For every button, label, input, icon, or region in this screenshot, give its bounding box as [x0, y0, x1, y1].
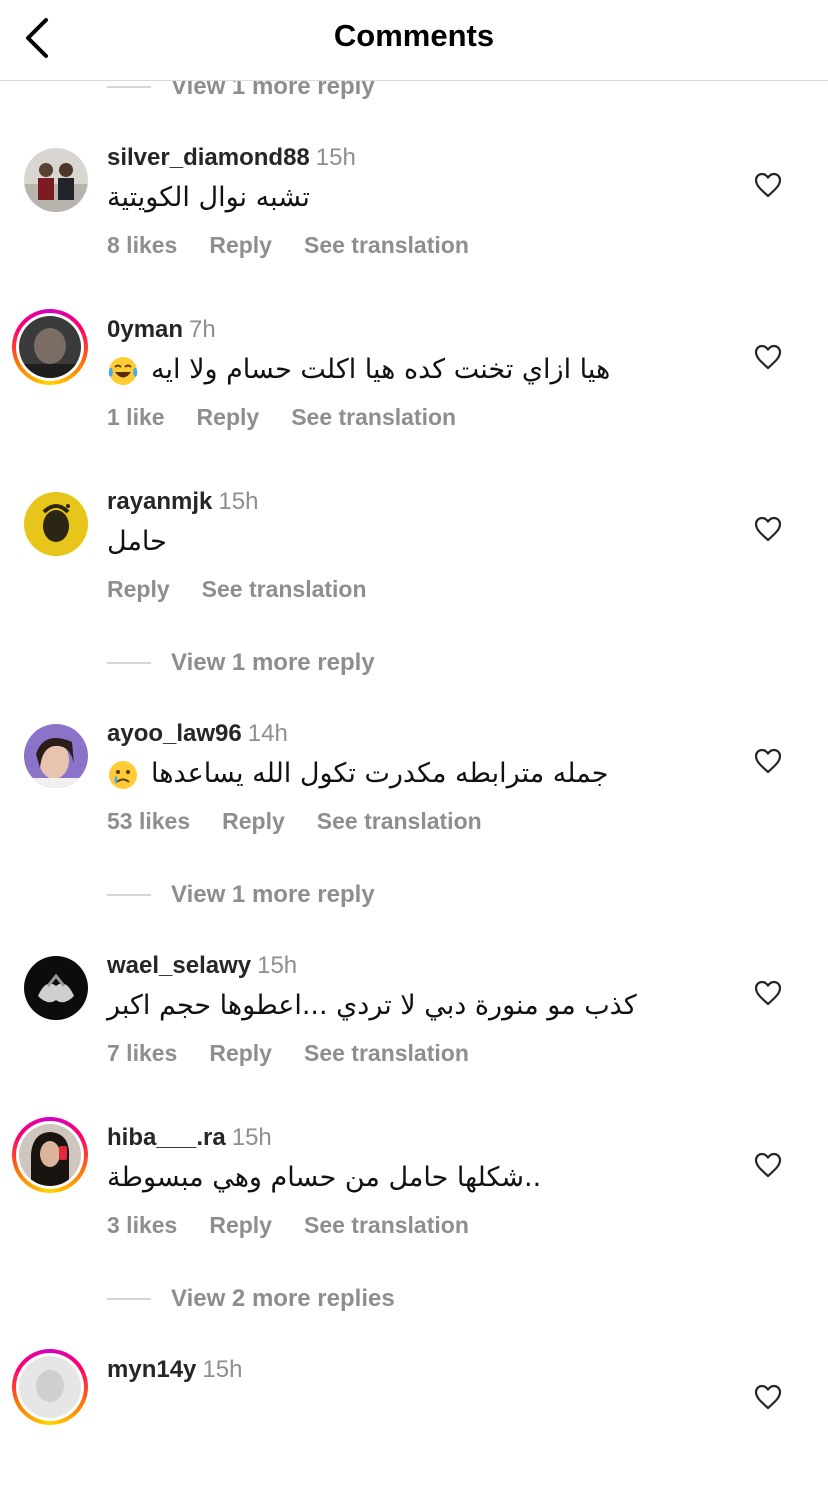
view-more-replies-link[interactable]: View 1 more reply: [107, 878, 375, 912]
see-translation-button[interactable]: See translation: [304, 1212, 469, 1238]
avatar[interactable]: [24, 724, 88, 788]
comment-item: wael_selawy 15h كذب مو منورة دبي لا تردي …: [0, 952, 828, 1106]
timestamp: 15h: [231, 1124, 272, 1151]
likes-count[interactable]: 3 likes: [107, 1212, 177, 1238]
comment-text: جمله مترابطه مكدرت تكول الله يساعدها: [107, 758, 608, 791]
comment-item: silver_diamond88 15h تشبه نوال الكويتية 8…: [0, 144, 828, 298]
comment-actions: 8 likes Reply See translation: [107, 232, 501, 259]
comment-actions: 3 likes Reply See translation: [107, 1212, 501, 1239]
username[interactable]: silver_diamond88: [107, 144, 310, 171]
view-more-replies-link[interactable]: View 2 more replies: [107, 1282, 395, 1316]
username[interactable]: ayoo_law96: [107, 720, 242, 747]
avatar[interactable]: [12, 1349, 88, 1425]
see-translation-button[interactable]: See translation: [304, 1040, 469, 1066]
comment-item: 0yman 7h هيا ازاي تخنت كده هيا اكلت حسام …: [0, 309, 828, 470]
comment-actions: 1 like Reply See translation: [107, 404, 488, 431]
comment-meta: wael_selawy 15h: [107, 952, 297, 980]
avatar[interactable]: [12, 309, 88, 385]
see-translation-button[interactable]: See translation: [317, 808, 482, 834]
divider: [107, 86, 151, 88]
comment-actions: 53 likes Reply See translation: [107, 808, 514, 835]
comment-item: rayanmjk 15h حامل Reply See translation: [0, 488, 828, 642]
heart-outline-icon[interactable]: [754, 516, 782, 542]
timestamp: 7h: [189, 316, 216, 343]
likes-count[interactable]: 1 like: [107, 404, 165, 430]
top-bar: Comments: [0, 0, 828, 81]
username[interactable]: 0yman: [107, 316, 183, 343]
comment-text: تشبه نوال الكويتية: [107, 182, 310, 213]
heart-outline-icon[interactable]: [754, 344, 782, 370]
reply-button[interactable]: Reply: [107, 576, 170, 602]
reply-button[interactable]: Reply: [222, 808, 285, 834]
comment-meta: 0yman 7h: [107, 316, 216, 344]
username[interactable]: rayanmjk: [107, 488, 212, 515]
comment-meta: rayanmjk 15h: [107, 488, 258, 516]
comment-text: هيا ازاي تخنت كده هيا اكلت حسام ولا ايه: [107, 354, 610, 387]
reply-button[interactable]: Reply: [209, 1212, 272, 1238]
avatar[interactable]: [24, 492, 88, 556]
timestamp: 15h: [202, 1356, 243, 1383]
heart-outline-icon[interactable]: [754, 980, 782, 1006]
heart-outline-icon[interactable]: [754, 1384, 782, 1410]
view-more-replies-link[interactable]: View 1 more reply: [107, 646, 375, 680]
timestamp: 15h: [315, 144, 356, 171]
timestamp: 15h: [257, 952, 298, 979]
see-translation-button[interactable]: See translation: [304, 232, 469, 258]
heart-outline-icon[interactable]: [754, 172, 782, 198]
heart-outline-icon[interactable]: [754, 1152, 782, 1178]
comment-text: حامل: [107, 526, 167, 557]
username[interactable]: wael_selawy: [107, 952, 251, 979]
see-translation-button[interactable]: See translation: [291, 404, 456, 430]
comment-actions: Reply See translation: [107, 576, 399, 603]
comment-item: ayoo_law96 14h جمله مترابطه مكدرت تكول ال…: [0, 720, 828, 874]
timestamp: 15h: [218, 488, 259, 515]
username[interactable]: hiba___.ra: [107, 1124, 226, 1151]
username[interactable]: myn14y: [107, 1356, 196, 1383]
comment-meta: myn14y 15h: [107, 1356, 242, 1384]
timestamp: 14h: [247, 720, 288, 747]
heart-outline-icon[interactable]: [754, 748, 782, 774]
comment-meta: ayoo_law96 14h: [107, 720, 288, 748]
comment-item: hiba___.ra 15h شكلها حامل من حسام وهي مبس…: [0, 1117, 828, 1278]
avatar[interactable]: [12, 1117, 88, 1193]
divider: [107, 1298, 151, 1300]
avatar[interactable]: [24, 956, 88, 1020]
page-title: Comments: [333, 18, 495, 53]
see-translation-button[interactable]: See translation: [202, 576, 367, 602]
comment-meta: silver_diamond88 15h: [107, 144, 356, 172]
comment-item: myn14y 15h: [0, 1349, 828, 1510]
comment-actions: 7 likes Reply See translation: [107, 1040, 501, 1067]
divider: [107, 662, 151, 664]
likes-count[interactable]: 53 likes: [107, 808, 190, 834]
crying-face-emoji: [109, 760, 137, 789]
tears-of-joy-emoji: [108, 356, 138, 385]
likes-count[interactable]: 8 likes: [107, 232, 177, 258]
avatar[interactable]: [24, 148, 88, 212]
comment-text: شكلها حامل من حسام وهي مبسوطة..: [107, 1162, 542, 1193]
likes-count[interactable]: 7 likes: [107, 1040, 177, 1066]
reply-button[interactable]: Reply: [209, 1040, 272, 1066]
comment-text: كذب مو منورة دبي لا تردي ...اعطوها حجم ا…: [107, 990, 637, 1021]
comment-meta: hiba___.ra 15h: [107, 1124, 272, 1152]
reply-button[interactable]: Reply: [197, 404, 260, 430]
divider: [107, 894, 151, 896]
reply-button[interactable]: Reply: [209, 232, 272, 258]
